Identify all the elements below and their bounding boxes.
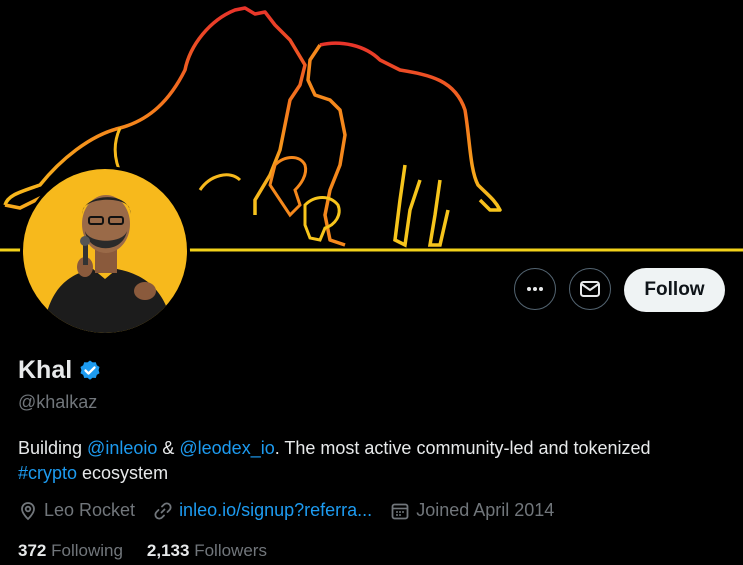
display-name: Khal <box>18 356 73 384</box>
join-date-text: Joined April 2014 <box>416 500 555 520</box>
website[interactable]: inleo.io/signup?referra... <box>153 500 372 521</box>
more-icon <box>527 287 543 291</box>
bio-text: Building <box>18 438 88 458</box>
followers-count: 2,133 <box>146 541 190 560</box>
bio-text: & <box>157 438 180 458</box>
bio-hashtag-crypto[interactable]: #crypto <box>18 463 77 483</box>
location-text: Leo Rocket <box>44 500 136 520</box>
avatar-photo <box>23 169 187 333</box>
join-date: Joined April 2014 <box>390 500 554 521</box>
bio-text: . The most active community-led and toke… <box>274 438 651 458</box>
followers-stat[interactable]: 2,133 Followers <box>147 541 267 561</box>
avatar-person-image <box>43 195 173 333</box>
bio-text: ecosystem <box>77 463 169 483</box>
verified-badge-icon[interactable] <box>78 359 102 383</box>
envelope-icon <box>580 281 600 297</box>
following-stat[interactable]: 372 Following <box>18 541 123 561</box>
location: Leo Rocket <box>18 500 135 521</box>
calendar-icon <box>391 503 409 519</box>
display-name-row: Khal <box>18 356 102 385</box>
profile-bio: Building @inleoio & @leodex_io. The most… <box>18 436 718 486</box>
avatar[interactable] <box>20 166 190 336</box>
message-button[interactable] <box>569 268 611 310</box>
followers-label: Followers <box>194 541 267 560</box>
following-label: Following <box>51 541 123 560</box>
user-handle: @khalkaz <box>18 392 98 412</box>
website-link[interactable]: inleo.io/signup?referra... <box>179 500 372 521</box>
follow-button[interactable]: Follow <box>624 268 725 312</box>
following-count: 372 <box>18 541 47 560</box>
location-pin-icon <box>21 501 35 520</box>
bio-mention-inleoio[interactable]: @inleoio <box>87 438 157 458</box>
follow-stats: 372 Following 2,133 Followers <box>18 541 291 561</box>
link-icon <box>154 501 172 520</box>
profile-meta: Leo Rocket inleo.io/signup?referra... Jo… <box>18 500 572 521</box>
more-button[interactable] <box>514 268 556 310</box>
bio-mention-leodex[interactable]: @leodex_io <box>179 438 274 458</box>
